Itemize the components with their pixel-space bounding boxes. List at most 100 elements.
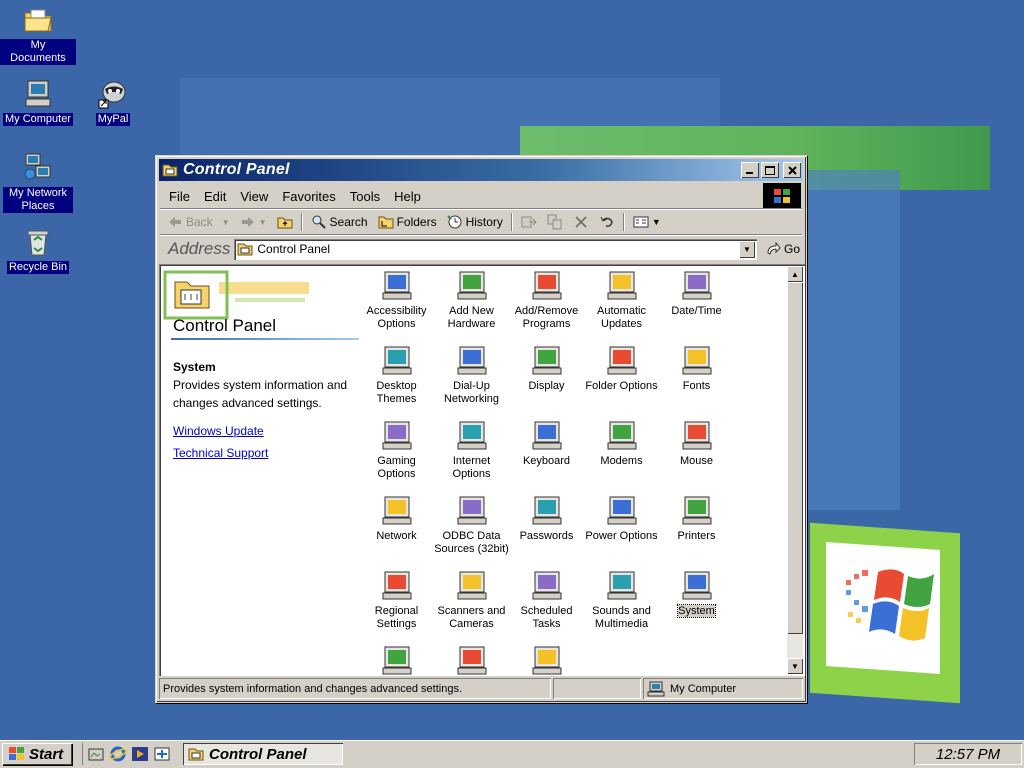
internet-explorer-icon[interactable] [109,745,127,763]
folders-button[interactable]: Folders [373,211,442,233]
scroll-thumb[interactable] [787,282,803,634]
control-panel-item[interactable]: Fonts [659,343,734,393]
media-player-icon[interactable] [131,745,149,763]
control-panel-item[interactable]: Mouse [659,418,734,468]
control-panel-item[interactable]: Gaming Options [359,418,434,481]
control-panel-item[interactable]: Power Options [584,493,659,543]
views-button[interactable]: ▼ [628,211,666,233]
control-panel-item[interactable]: Add/Remove Programs [509,268,584,331]
desktop-icon-label: My Computer [2,113,74,126]
control-panel-window[interactable]: Control Panel File Edit View Favorites T… [155,155,807,703]
minimize-button[interactable] [741,162,759,178]
system-info-icon [382,646,411,675]
toolbar-separator [300,213,303,231]
control-panel-item[interactable]: Passwords [509,493,584,543]
desktop-icon-my-documents[interactable]: My Documents [0,4,76,65]
control-panel-item-label: Mouse [659,455,734,468]
desktop-icon-my-computer[interactable]: My Computer [0,78,76,126]
minimize-icon [746,172,753,174]
control-panel-item[interactable]: Network [359,493,434,543]
undo-button[interactable] [594,211,620,233]
show-desktop-icon[interactable] [87,745,105,763]
start-button[interactable]: Start [2,743,72,765]
menu-help[interactable]: Help [387,189,428,204]
control-panel-item[interactable]: Display [509,343,584,393]
folders-label: Folders [396,215,437,229]
control-panel-item[interactable]: System [659,568,734,618]
system-tray-clock[interactable]: 12:57 PM [914,743,1022,765]
control-panel-item[interactable] [509,643,584,676]
address-field[interactable]: Control Panel ▼ [234,238,757,260]
control-panel-item-label: Desktop Themes [359,380,434,406]
menu-file[interactable]: File [162,189,197,204]
control-panel-item-text: Network [376,530,417,542]
control-panel-item[interactable]: Add New Hardware [434,268,509,331]
control-panel-item-text: Accessibility Options [366,305,427,330]
control-panel-item[interactable]: Folder Options [584,343,659,393]
chevron-down-icon: ▼ [651,217,661,227]
control-panel-item-label: ODBC Data Sources (32bit) [434,530,509,556]
menu-tools[interactable]: Tools [343,189,387,204]
control-panel-item[interactable] [359,643,434,676]
desktop-icon-network-places[interactable]: My Network Places [0,152,76,213]
back-label: Back [186,215,213,229]
control-panel-item[interactable]: Desktop Themes [359,343,434,406]
control-panel-item-label: Fonts [659,380,734,393]
toolbar-separator [622,213,625,231]
windows-update-link[interactable]: Windows Update [173,424,264,438]
passwords-icon [532,496,561,525]
scroll-down-button[interactable]: ▼ [787,658,803,674]
internet-options-icon [457,421,486,450]
desktop-icon-mypal[interactable]: MyPal [75,78,151,126]
control-panel-item[interactable]: Printers [659,493,734,543]
control-panel-item-label: Add New Hardware [434,305,509,331]
move-to-icon [521,216,537,228]
menu-favorites[interactable]: Favorites [275,189,342,204]
forward-button[interactable]: ▼ [235,211,272,233]
history-label: History [465,215,503,229]
menu-edit[interactable]: Edit [197,189,233,204]
back-button[interactable]: Back ▼ [162,211,235,233]
control-panel-item[interactable]: Scanners and Cameras [434,568,509,631]
address-dropdown-button[interactable]: ▼ [738,240,755,258]
control-panel-item-label: Accessibility Options [359,305,434,331]
control-panel-item[interactable]: Scheduled Tasks [509,568,584,631]
control-panel-item[interactable]: Regional Settings [359,568,434,631]
menu-view[interactable]: View [233,189,275,204]
control-panel-item[interactable]: Dial-Up Networking [434,343,509,406]
maximize-button[interactable] [761,162,779,178]
copy-to-button[interactable] [542,211,568,233]
control-panel-item[interactable]: Internet Options [434,418,509,481]
history-button[interactable]: History [442,211,508,233]
up-button[interactable] [272,211,298,233]
info-pane-title: Control Panel [173,316,277,335]
channels-icon[interactable] [153,745,171,763]
address-value: Control Panel [257,242,331,256]
web-view-info-pane: Control Panel System Provides system inf… [159,264,359,676]
copy-to-icon [547,214,562,230]
control-panel-item[interactable]: Modems [584,418,659,468]
go-button[interactable]: Go [765,241,800,257]
control-panel-item[interactable]: Date/Time [659,268,734,318]
close-button[interactable] [783,162,801,178]
scroll-up-button[interactable]: ▲ [787,266,803,282]
move-to-button[interactable] [516,211,542,233]
search-button[interactable]: Search [306,211,373,233]
taskbar-button-control-panel[interactable]: Control Panel [183,743,343,765]
network-computers-icon [457,646,486,675]
standard-toolbar: Back ▼ ▼ Search Folders History ▼ [162,210,800,234]
technical-support-link[interactable]: Technical Support [173,446,268,460]
control-panel-item-label: Dial-Up Networking [434,380,509,406]
desktop-icon-recycle-bin[interactable]: Recycle Bin [0,226,76,274]
recycle-bin-icon [27,230,49,256]
window-titlebar[interactable]: Control Panel [159,159,803,181]
control-panel-item[interactable] [434,643,509,676]
control-panel-item[interactable]: ODBC Data Sources (32bit) [434,493,509,556]
control-panel-item[interactable]: Automatic Updates [584,268,659,331]
control-panel-item-text: ODBC Data Sources (32bit) [434,530,509,555]
delete-button[interactable] [568,211,594,233]
vertical-scrollbar[interactable]: ▲ ▼ [787,266,803,674]
control-panel-item[interactable]: Sounds and Multimedia [584,568,659,631]
control-panel-item[interactable]: Keyboard [509,418,584,468]
control-panel-item[interactable]: Accessibility Options [359,268,434,331]
